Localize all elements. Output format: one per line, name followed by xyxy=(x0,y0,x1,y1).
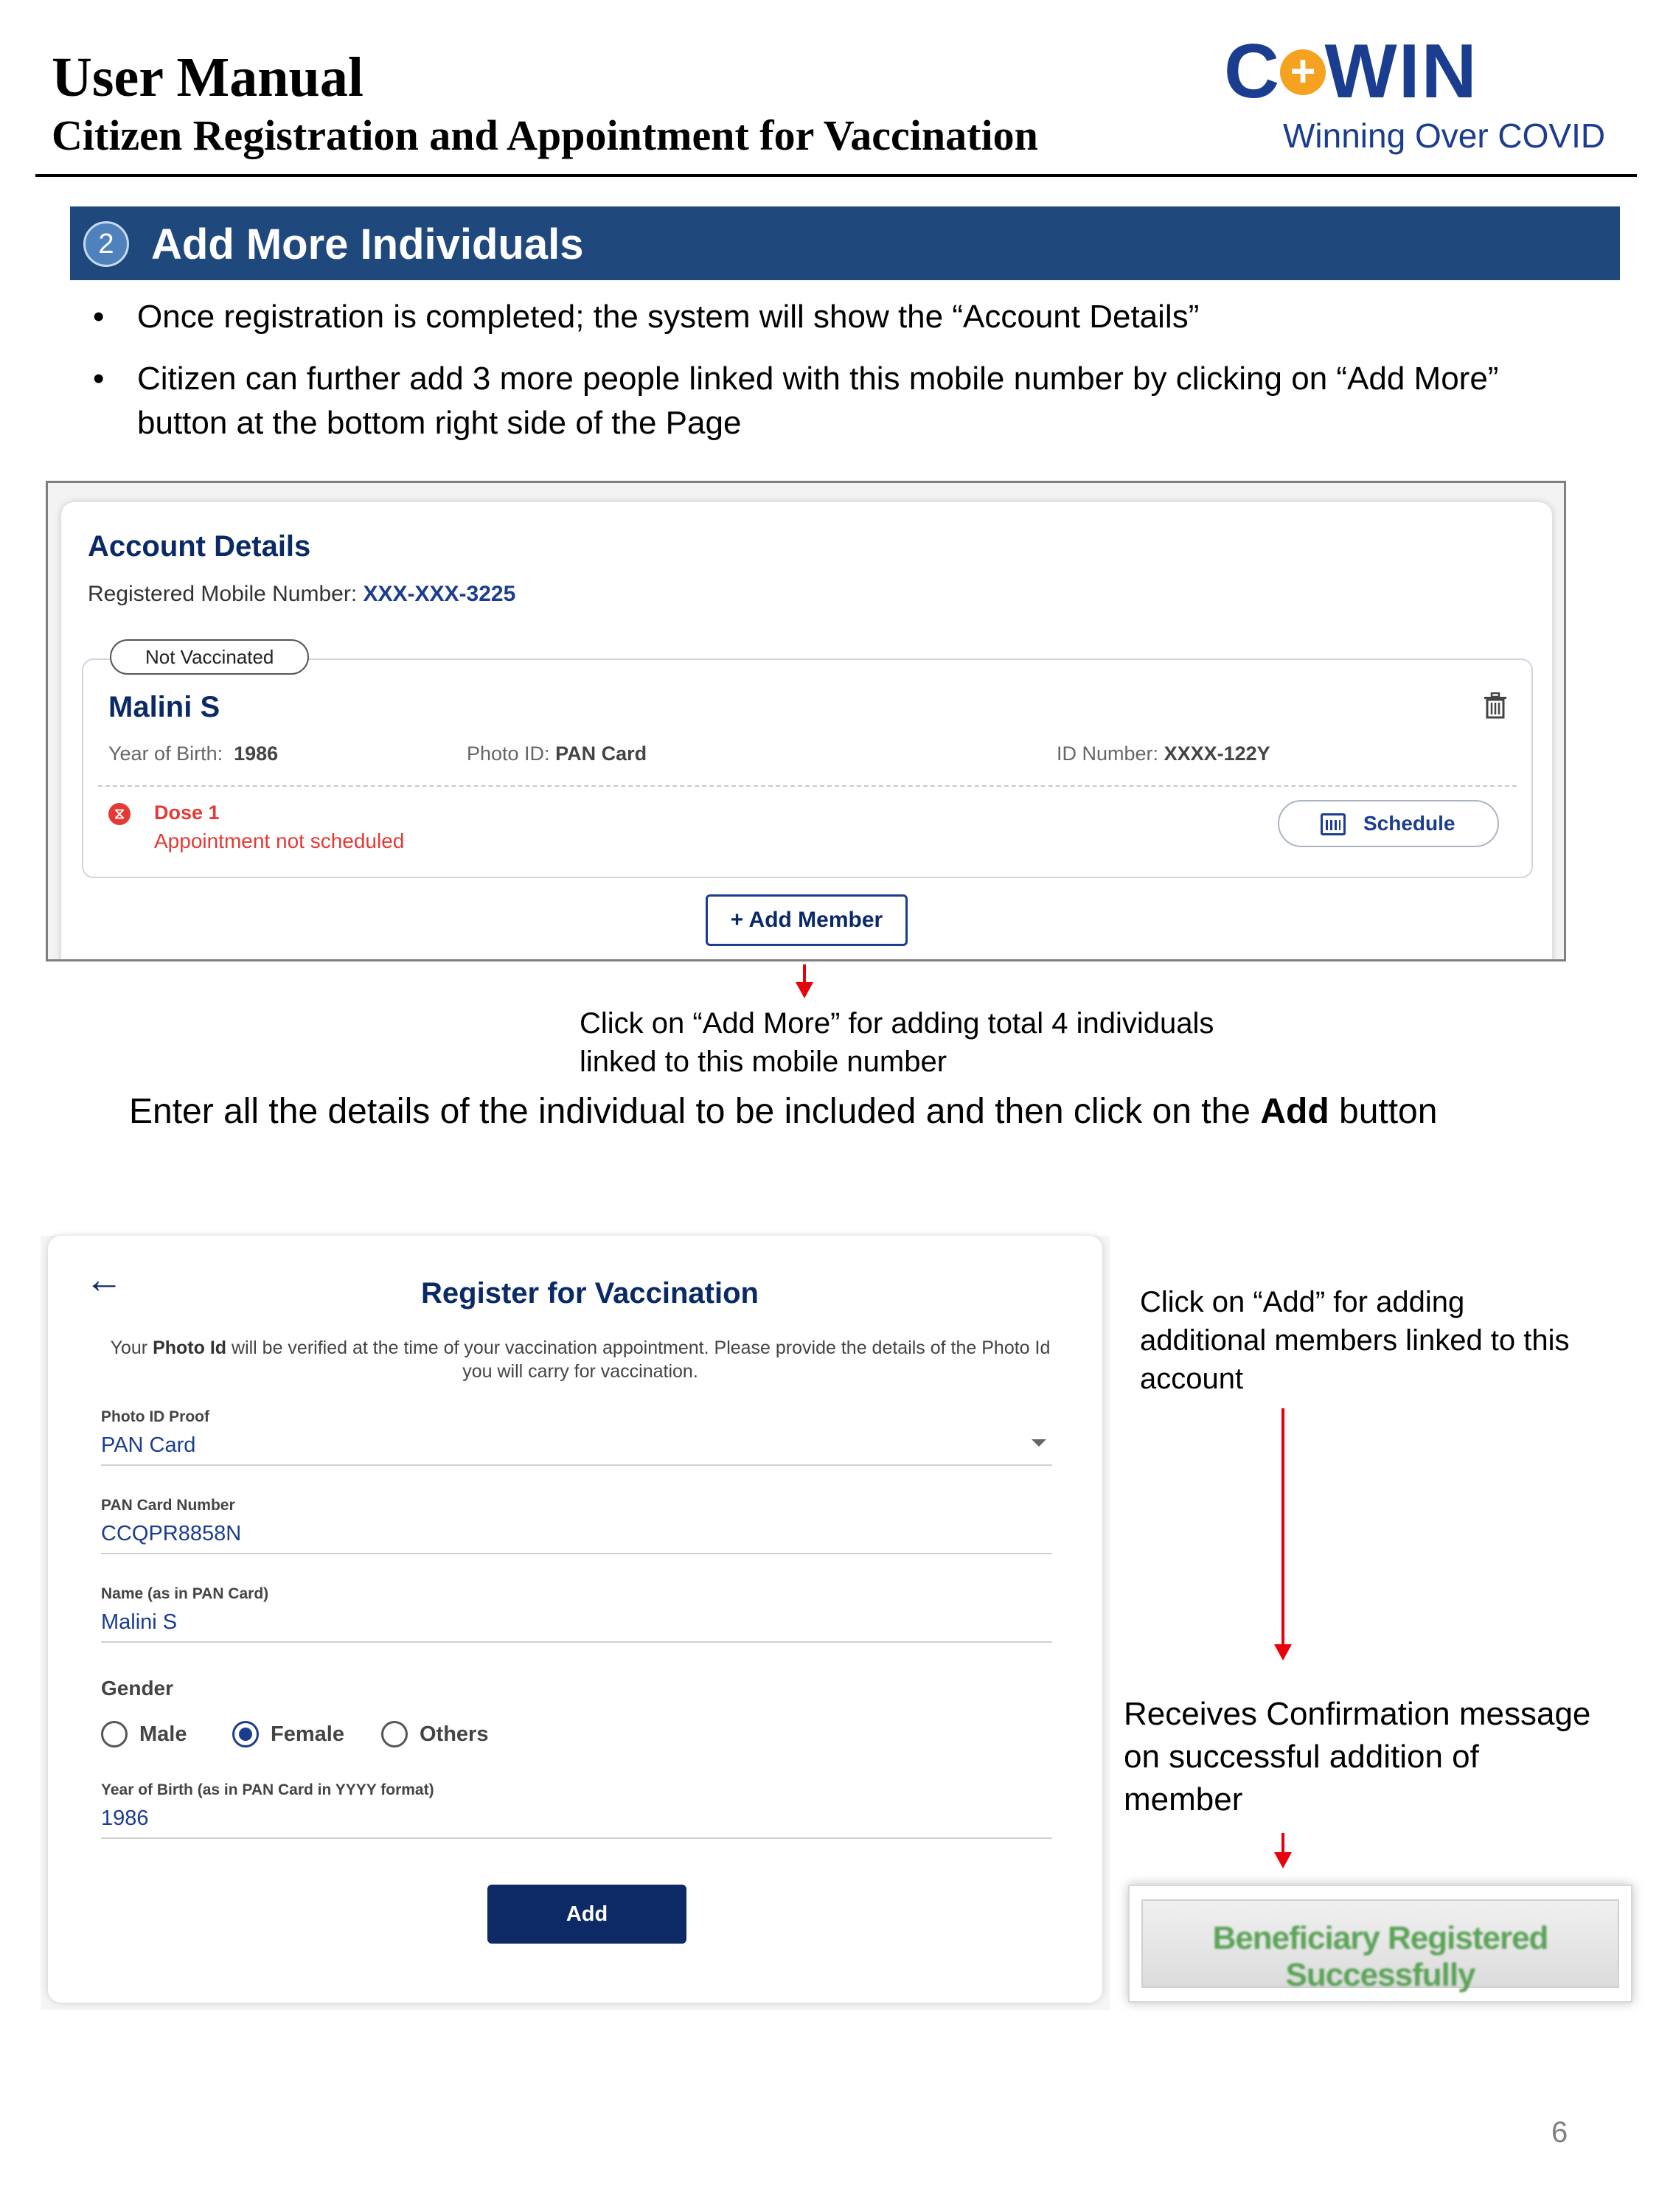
gender-label: Gender xyxy=(101,1677,174,1700)
dashed-divider xyxy=(98,785,1517,787)
yob-label: Year of Birth: xyxy=(108,742,223,765)
account-details-title: Account Details xyxy=(88,530,311,563)
pan-number-field[interactable]: PAN Card Number CCQPR8858N xyxy=(101,1497,1052,1554)
radio-label: Others xyxy=(420,1722,489,1746)
field-label: Name (as in PAN Card) xyxy=(101,1585,269,1602)
section-number: 2 xyxy=(83,221,129,267)
bullet-text: Citizen can further add 3 more people li… xyxy=(137,361,1499,441)
instruction-pre: Enter all the details of the individual … xyxy=(129,1092,1261,1131)
radio-label: Male xyxy=(139,1722,187,1746)
dropdown-caret-icon xyxy=(1032,1439,1046,1447)
register-form-card: ← Register for Vaccination Your Photo Id… xyxy=(48,1236,1102,2003)
register-form-screenshot: ← Register for Vaccination Your Photo Id… xyxy=(41,1236,1110,2010)
add-more-callout: Click on “Add More” for adding total 4 i… xyxy=(580,1007,1214,1078)
instruction-post: button xyxy=(1329,1092,1438,1131)
account-details-screenshot: Account Details Registered Mobile Number… xyxy=(46,481,1566,961)
add-button[interactable]: Add xyxy=(487,1885,686,1944)
logo-tagline: Winning Over COVID xyxy=(1283,116,1606,155)
registered-mobile: Registered Mobile Number: XXX-XXX-3225 xyxy=(88,582,515,607)
id-number-value: XXXX-122Y xyxy=(1164,742,1270,765)
radio-icon xyxy=(101,1721,128,1747)
document-subtitle: Citizen Registration and Appointment for… xyxy=(52,111,1038,159)
arrow-down-icon xyxy=(1274,1833,1292,1868)
hourglass-alert-icon: ⧖ xyxy=(108,803,131,825)
field-value: CCQPR8858N xyxy=(101,1522,1052,1554)
field-value: Malini S xyxy=(101,1610,1052,1643)
year-of-birth: Year of Birth: 1986 xyxy=(108,742,278,765)
add-member-button[interactable]: + Add Member xyxy=(706,894,908,946)
id-number: ID Number: XXXX-122Y xyxy=(1057,742,1270,765)
field-label: PAN Card Number xyxy=(101,1497,235,1514)
radio-label: Female xyxy=(271,1722,344,1746)
name-field[interactable]: Name (as in PAN Card) Malini S xyxy=(101,1585,1052,1643)
bullet-list: • Once registration is completed; the sys… xyxy=(88,295,1563,463)
success-toast: Beneficiary Registered Successfully xyxy=(1141,1899,1619,1993)
document-title: User Manual xyxy=(52,46,364,108)
logo-wordmark: C -WIN xyxy=(1224,29,1478,114)
field-value: 1986 xyxy=(101,1806,1052,1839)
dose-status: Appointment not scheduled xyxy=(154,830,405,852)
member-card: Not Vaccinated Malini S Year of Birth: 1… xyxy=(82,639,1533,878)
section-title: Add More Individuals xyxy=(151,220,584,268)
calendar-icon xyxy=(1321,813,1346,835)
cowin-logo: C -WIN + Winning Over COVID xyxy=(1217,29,1605,159)
bullet-text: Once registration is completed; the syst… xyxy=(137,299,1200,335)
mobile-value: XXX-XXX-3225 xyxy=(363,582,516,606)
field-label: Year of Birth (as in PAN Card in YYYY fo… xyxy=(101,1781,434,1798)
logo-plus-icon: + xyxy=(1280,49,1326,95)
year-of-birth-field[interactable]: Year of Birth (as in PAN Card in YYYY fo… xyxy=(101,1781,1052,1839)
header-divider xyxy=(35,174,1637,177)
note-pre: Your xyxy=(110,1338,153,1358)
photo-id: Photo ID: PAN Card xyxy=(467,742,647,765)
member-name: Malini S xyxy=(108,691,220,723)
section-banner: 2 Add More Individuals xyxy=(70,206,1620,280)
toast-message: Beneficiary Registered Successfully xyxy=(1212,1920,1549,1993)
confirmation-callout: Receives Confirmation message on success… xyxy=(1124,1696,1591,1818)
arrow-down-icon xyxy=(796,964,813,998)
photo-id-value: PAN Card xyxy=(555,742,647,765)
photo-id-label: Photo ID: xyxy=(467,742,550,765)
radio-icon xyxy=(381,1721,408,1747)
radio-selected-icon xyxy=(232,1721,259,1747)
account-details-card: Account Details Registered Mobile Number… xyxy=(61,502,1552,959)
register-title: Register for Vaccination xyxy=(421,1277,759,1310)
page-number: 6 xyxy=(1551,2116,1568,2149)
note-post: will be verified at the time of your vac… xyxy=(226,1338,1051,1382)
schedule-label: Schedule xyxy=(1363,812,1455,835)
vaccination-status-badge: Not Vaccinated xyxy=(110,639,310,675)
bullet-item: • Once registration is completed; the sys… xyxy=(93,299,1200,335)
schedule-button[interactable]: Schedule xyxy=(1278,800,1499,847)
bullet-item: • Citizen can further add 3 more people l… xyxy=(93,361,1499,441)
id-number-label: ID Number: xyxy=(1057,742,1159,765)
instruction-bold: Add xyxy=(1260,1092,1329,1131)
photo-id-note: Your Photo Id will be verified at the ti… xyxy=(101,1336,1060,1383)
add-callout: Click on “Add” for adding additional mem… xyxy=(1140,1286,1570,1395)
field-label: Photo ID Proof xyxy=(101,1408,209,1425)
trash-icon[interactable] xyxy=(1483,692,1508,719)
yob-value: 1986 xyxy=(234,742,279,765)
field-value: PAN Card xyxy=(101,1433,1052,1466)
arrow-down-icon xyxy=(1274,1408,1292,1660)
photo-id-proof-select[interactable]: Photo ID Proof PAN Card xyxy=(101,1408,1052,1466)
dose-label: Dose 1 xyxy=(154,801,220,824)
success-toast-screenshot: Beneficiary Registered Successfully xyxy=(1128,1885,1632,2003)
instruction-text: Enter all the details of the individual … xyxy=(129,1091,1437,1132)
note-bold: Photo Id xyxy=(153,1338,227,1358)
mobile-label: Registered Mobile Number: xyxy=(88,582,358,606)
